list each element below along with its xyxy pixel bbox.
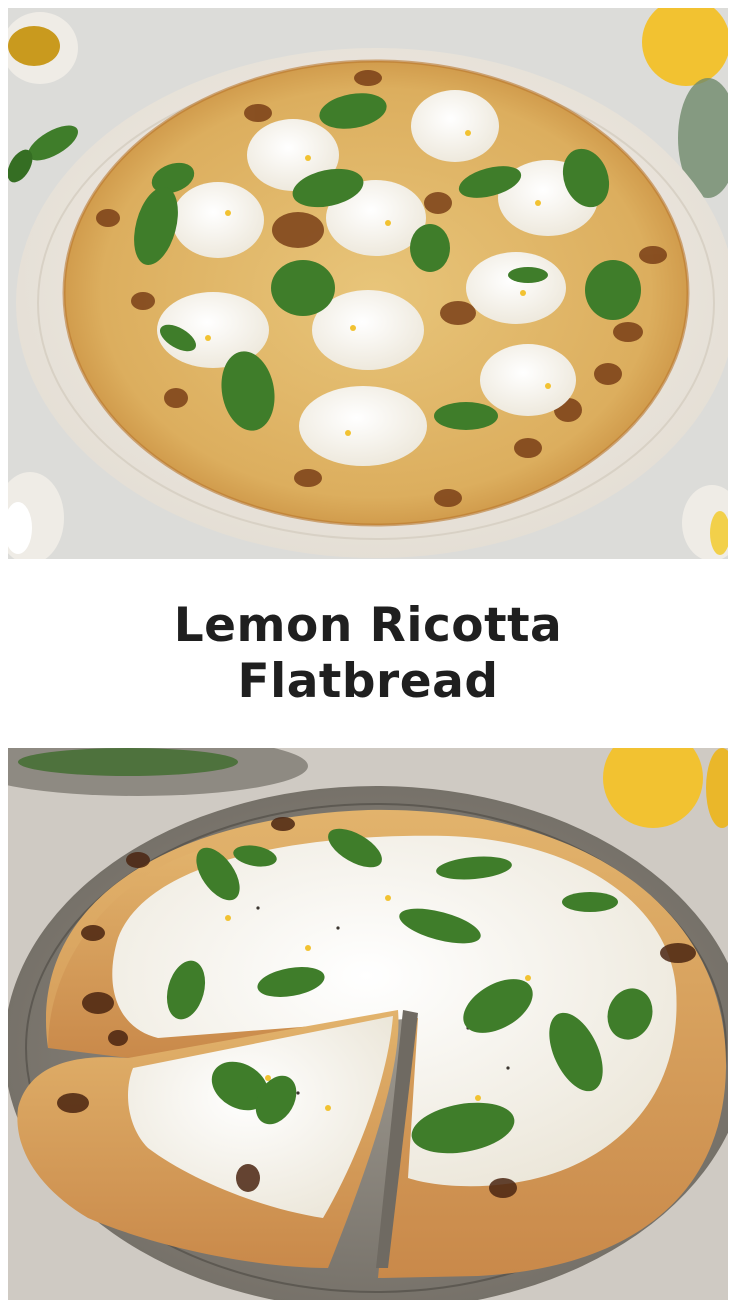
flatbread-illustration-bottom [8, 748, 728, 1300]
flatbread-photo-top [8, 8, 728, 559]
flatbread-illustration-top [8, 8, 728, 559]
recipe-title-line-2: Flatbread [237, 653, 499, 709]
recipe-title: Lemon Ricotta Flatbread [174, 598, 563, 710]
recipe-title-line-1: Lemon Ricotta [173, 597, 563, 653]
title-band: Lemon Ricotta Flatbread [0, 559, 736, 748]
recipe-pin: Lemon Ricotta Flatbread [0, 0, 736, 1308]
flatbread-photo-bottom [8, 748, 728, 1300]
